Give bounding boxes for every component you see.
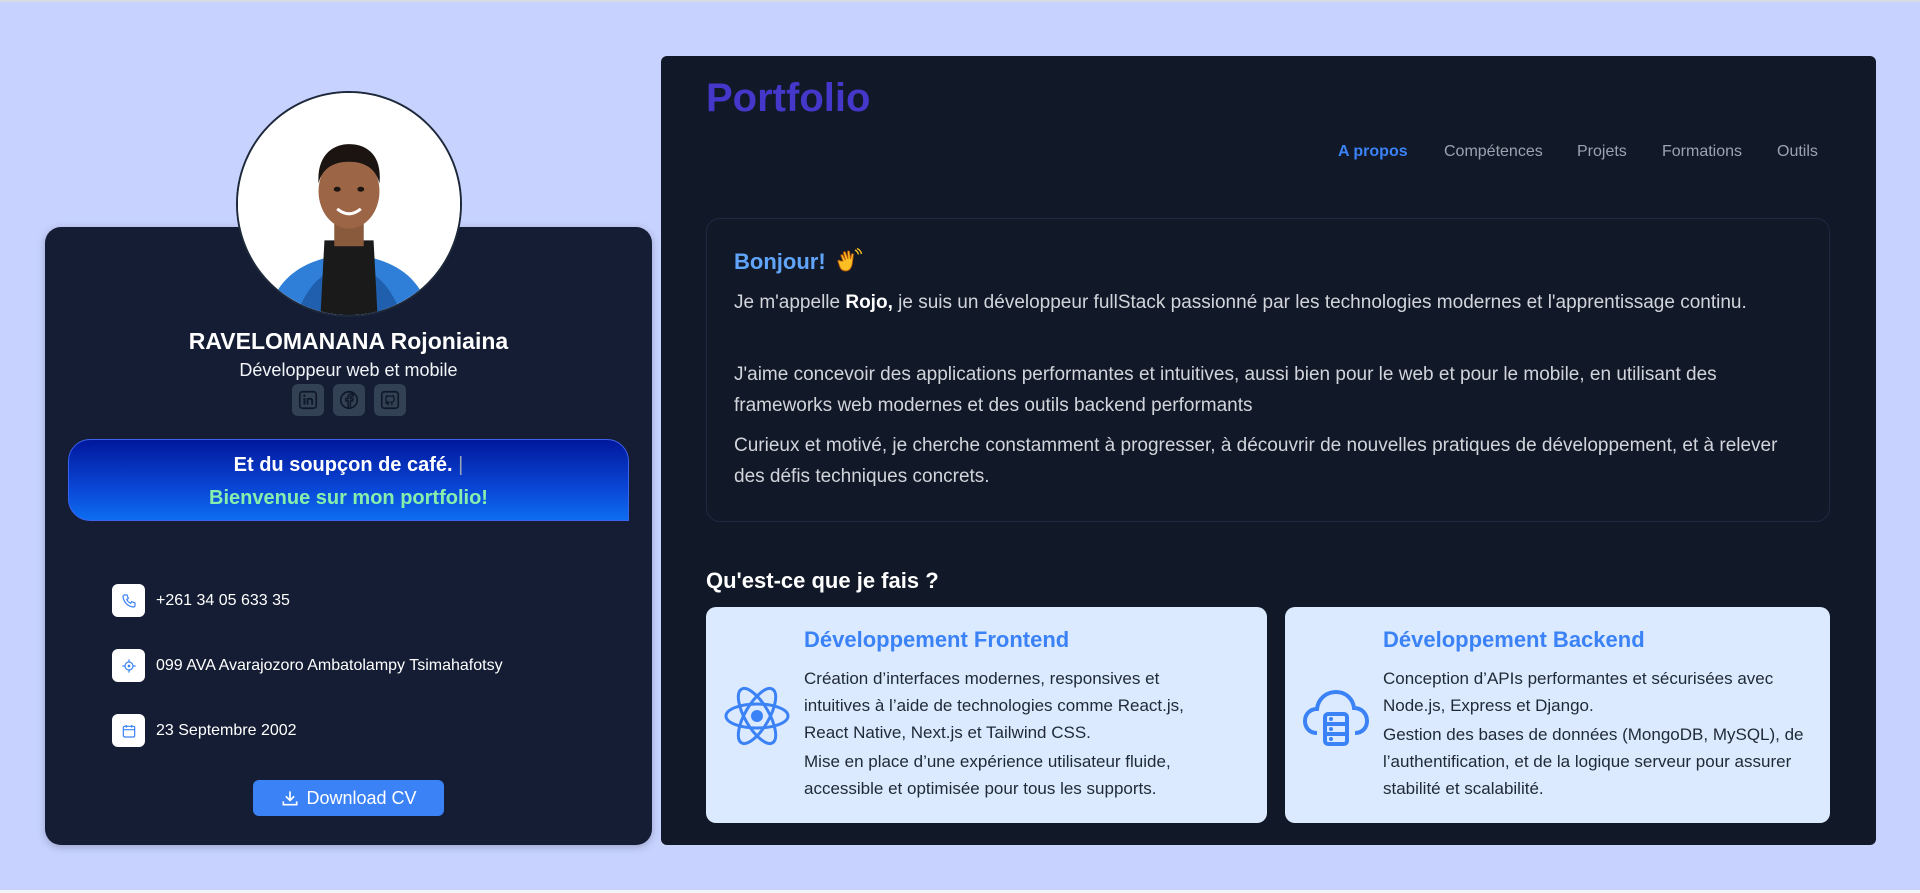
backend-text-2: Gestion des bases de données (MongoDB, M… xyxy=(1383,725,1804,798)
frontend-text-2: Mise en place d’une expérience utilisate… xyxy=(804,752,1171,798)
about-p1-name: Rojo, xyxy=(845,292,893,313)
service-card-frontend: Développement Frontend Création d’interf… xyxy=(706,607,1267,823)
download-cv-label: Download CV xyxy=(306,787,417,808)
about-p1-post: je suis un développeur fullStack passion… xyxy=(892,292,1747,313)
welcome-banner: Et du soupçon de café. | Bienvenue sur m… xyxy=(68,439,629,521)
about-paragraph-2: J'aime concevoir des applications perfor… xyxy=(734,364,1717,416)
download-icon xyxy=(282,791,298,806)
phone-icon xyxy=(112,584,145,617)
nav-tools[interactable]: Outils xyxy=(1777,143,1818,161)
calendar-icon xyxy=(112,714,145,747)
facebook-icon xyxy=(339,390,359,410)
nav-projects[interactable]: Projets xyxy=(1577,143,1627,161)
greeting-text: Bonjour! xyxy=(734,249,826,274)
backend-text-1: Conception d’APIs performantes et sécuri… xyxy=(1383,669,1774,715)
nav-about[interactable]: A propos xyxy=(1338,143,1408,161)
banner-welcome-text: Bienvenue sur mon portfolio! xyxy=(209,487,488,509)
location-icon xyxy=(112,649,145,682)
banner-typing-line: Et du soupçon de café. | xyxy=(69,454,628,477)
profile-card xyxy=(45,227,652,845)
birthdate-text: 23 Septembre 2002 xyxy=(156,721,297,739)
profile-name: RAVELOMANANA Rojoniaina xyxy=(188,328,509,354)
banner-typing-text: Et du soupçon de café. xyxy=(233,454,453,476)
backend-title: Développement Backend xyxy=(1383,627,1645,652)
facebook-link[interactable] xyxy=(333,384,365,416)
about-greeting: Bonjour! xyxy=(734,247,864,277)
frontend-text-1: Création d’interfaces modernes, responsi… xyxy=(804,669,1184,742)
about-p1-pre: Je m'appelle xyxy=(734,292,846,313)
phone-number: +261 34 05 633 35 xyxy=(156,591,290,609)
react-icon xyxy=(724,686,790,746)
github-icon xyxy=(380,390,400,410)
about-paragraph-3: Curieux et motivé, je cherche constammen… xyxy=(734,435,1778,487)
services-title: Qu'est-ce que je fais ? xyxy=(706,568,939,593)
contact-birthdate: 23 Septembre 2002 xyxy=(112,714,297,747)
top-divider xyxy=(0,0,1920,2)
cloud-server-icon xyxy=(1302,689,1370,746)
avatar xyxy=(236,91,462,317)
about-paragraph-1: Je m'appelle Rojo, je suis un développeu… xyxy=(734,287,1794,318)
github-link[interactable] xyxy=(374,384,406,416)
page-title: Portfolio xyxy=(706,76,871,120)
download-cv-button[interactable]: Download CV xyxy=(253,780,444,816)
waving-hand-icon xyxy=(837,247,862,272)
contact-address: 099 AVA Avarajozoro Ambatolampy Tsimahaf… xyxy=(112,649,503,682)
linkedin-link[interactable] xyxy=(292,384,324,416)
typing-cursor: | xyxy=(458,454,464,476)
linkedin-icon xyxy=(298,390,318,410)
contact-phone: +261 34 05 633 35 xyxy=(112,584,290,617)
address-text: 099 AVA Avarajozoro Ambatolampy Tsimahaf… xyxy=(156,656,503,674)
nav-skills[interactable]: Compétences xyxy=(1444,143,1543,161)
nav-education[interactable]: Formations xyxy=(1662,143,1742,161)
service-card-backend: Développement Backend Conception d’APIs … xyxy=(1285,607,1830,823)
frontend-title: Développement Frontend xyxy=(804,627,1070,652)
profile-role: Développeur web et mobile xyxy=(239,360,458,380)
social-links xyxy=(292,384,406,416)
